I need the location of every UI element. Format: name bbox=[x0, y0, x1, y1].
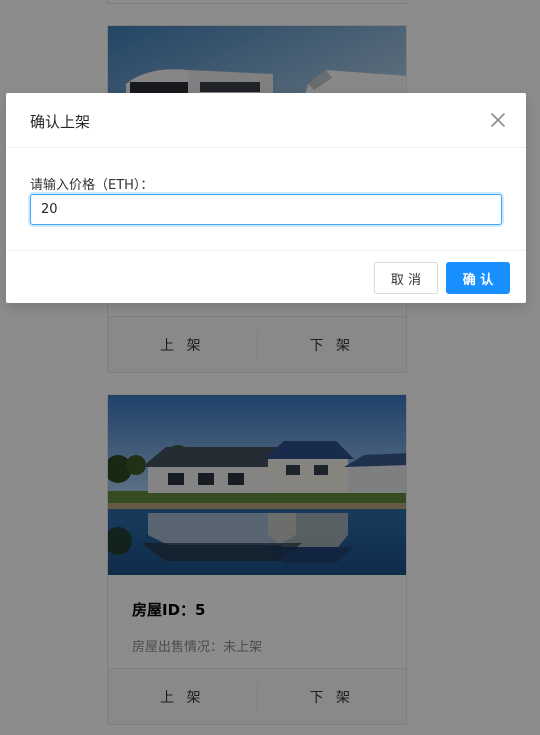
modal-footer: 取 消 确 认 bbox=[6, 250, 526, 303]
cancel-button[interactable]: 取 消 bbox=[374, 262, 438, 294]
confirm-button[interactable]: 确 认 bbox=[446, 262, 510, 294]
price-input[interactable] bbox=[30, 194, 502, 225]
modal-title: 确认上架 bbox=[30, 113, 91, 131]
modal-header: 确认上架 bbox=[6, 93, 526, 148]
close-icon[interactable] bbox=[486, 108, 510, 132]
modal-body: 请输入价格（ETH）： bbox=[6, 148, 526, 250]
price-field-label: 请输入价格（ETH）： bbox=[30, 178, 154, 193]
confirm-listing-dialog: 确认上架 请输入价格（ETH）： 取 消 确 认 bbox=[6, 93, 526, 303]
